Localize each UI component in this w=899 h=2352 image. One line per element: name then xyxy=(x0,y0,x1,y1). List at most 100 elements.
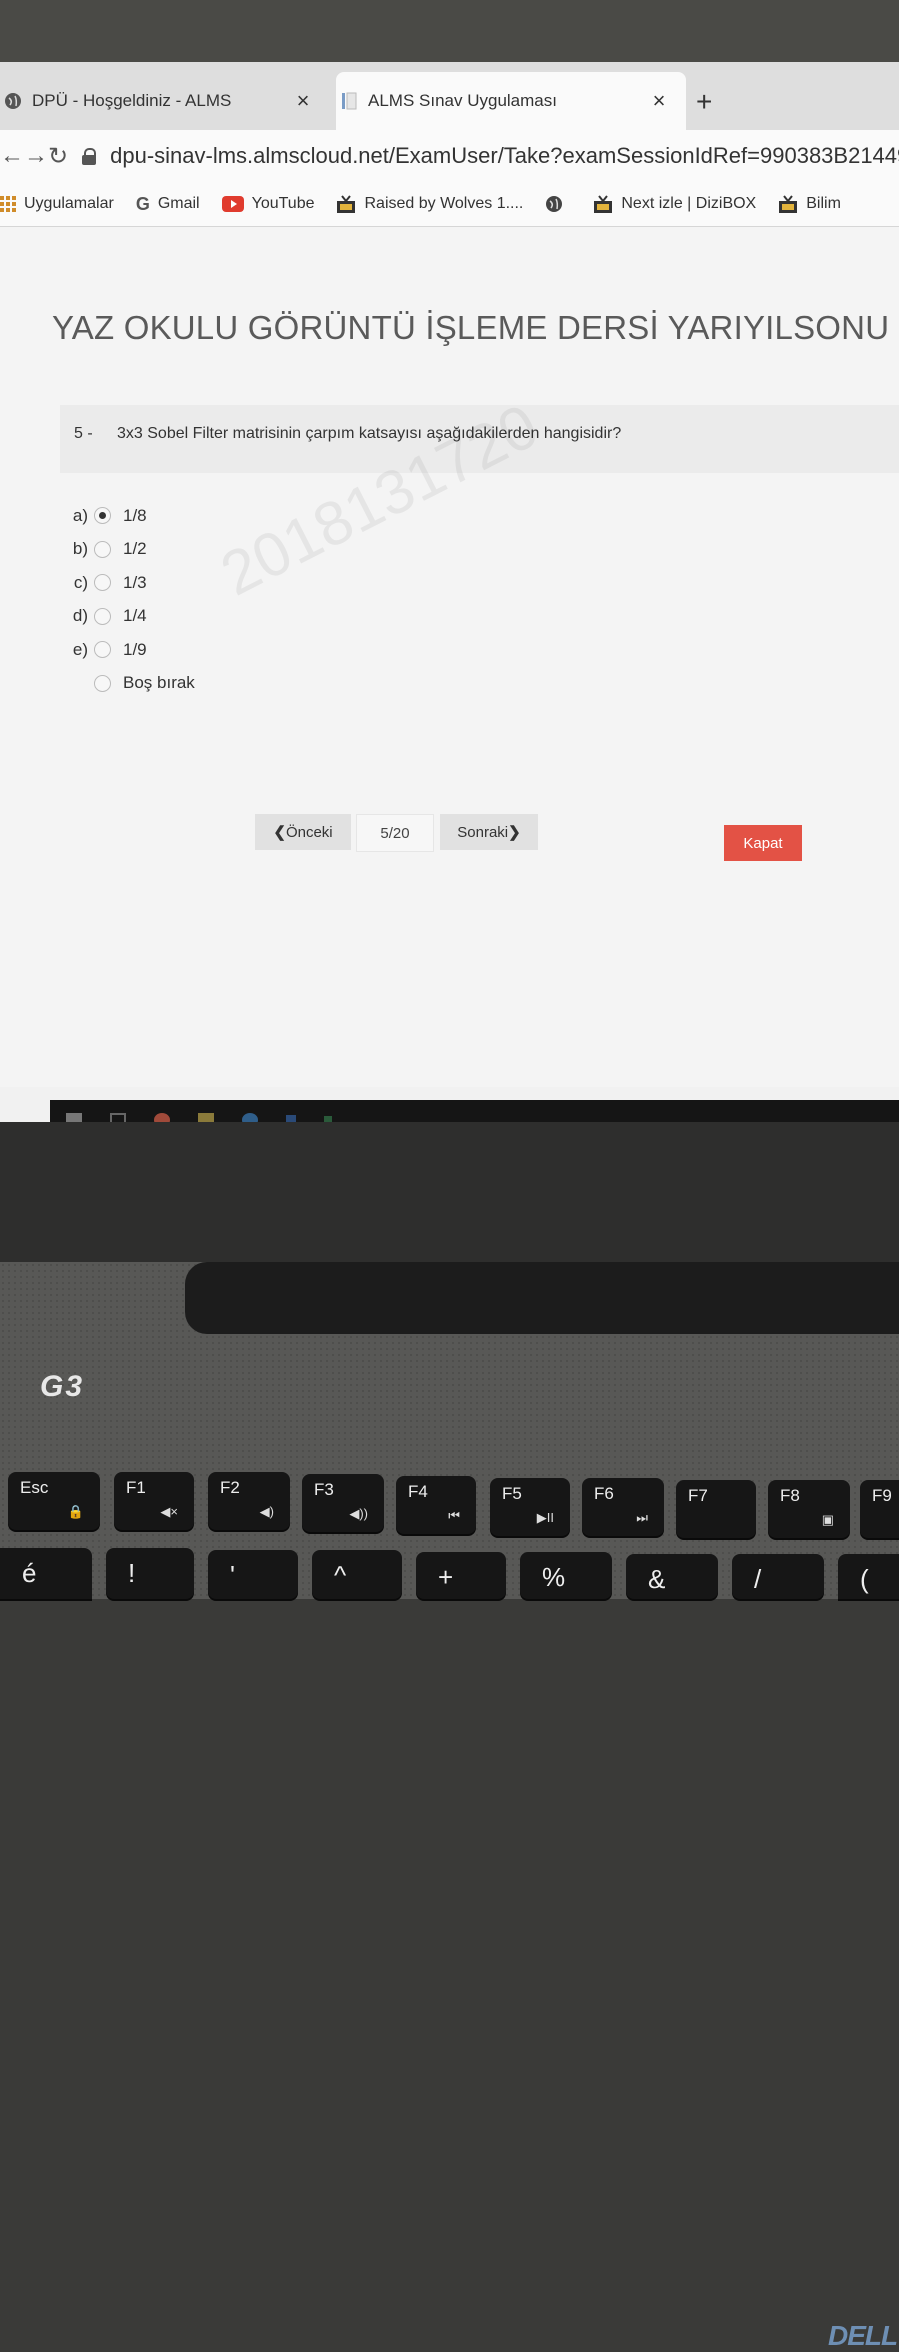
question-counter: 5/20 xyxy=(356,814,434,852)
key-f2[interactable]: F2 ◀) xyxy=(208,1472,290,1530)
previous-label: Önceki xyxy=(285,823,333,841)
radio-button[interactable] xyxy=(94,607,111,625)
tab-close-icon[interactable]: × xyxy=(646,88,672,114)
question-text: 3x3 Sobel Filter matrisinin çarpım katsa… xyxy=(117,425,622,442)
play-pause-icon: ▶II xyxy=(536,1510,554,1525)
exam-title: YAZ OKULU GÖRÜNTÜ İŞLEME DERSİ YARIYILSO… xyxy=(52,309,899,346)
close-exam-button[interactable]: Kapat xyxy=(724,825,802,861)
dell-logo: DELL xyxy=(828,2320,898,2351)
bookmark-globe[interactable] xyxy=(545,195,571,213)
key-esc[interactable]: Esc 🔒 xyxy=(8,1472,100,1530)
next-button[interactable]: Sonraki ❯ xyxy=(440,814,538,850)
globe-icon xyxy=(4,92,22,110)
key-f8[interactable]: F8 ▣ xyxy=(768,1480,850,1538)
laptop-hinge xyxy=(185,1262,899,1334)
browser-tab-strip: DPÜ - Hoşgeldiniz - ALMS × ALMS Sınav Uy… xyxy=(0,62,899,132)
bookmark-label: Next izle | DiziBOX xyxy=(621,195,757,212)
option-letter: d) xyxy=(72,606,88,626)
lock-icon xyxy=(82,148,97,165)
option-c[interactable]: c) 1/3 xyxy=(60,566,195,600)
previous-button[interactable]: ❮ Önceki xyxy=(255,814,351,850)
option-b[interactable]: b) 1/2 xyxy=(60,533,195,567)
reload-icon[interactable]: ↻ xyxy=(48,142,68,171)
tv-icon xyxy=(778,194,798,214)
key-f3[interactable]: F3 ◀)) xyxy=(302,1474,384,1532)
key-3[interactable]: ^ xyxy=(312,1550,402,1599)
task-view-icon[interactable] xyxy=(110,1113,126,1122)
option-letter: c) xyxy=(73,572,88,592)
tab-alms-exam[interactable]: ALMS Sınav Uygulaması × xyxy=(336,72,686,130)
back-icon[interactable]: ← xyxy=(0,142,24,170)
new-tab-icon[interactable]: + xyxy=(696,86,712,118)
bookmark-label: Gmail xyxy=(157,195,200,212)
screen-bezel xyxy=(0,0,899,62)
key-f5[interactable]: F5 ▶II xyxy=(490,1478,570,1536)
question-number: 5 - xyxy=(74,425,93,442)
bookmark-dizibox[interactable]: Next izle | DiziBOX xyxy=(593,194,756,214)
bookmarks-bar: Uygulamalar G Gmail YouTube Raised by Wo… xyxy=(0,182,899,227)
forward-icon[interactable]: → xyxy=(24,142,48,170)
windows-start-icon[interactable] xyxy=(66,1113,82,1122)
bookmark-bilim[interactable]: Bilim xyxy=(778,194,841,214)
store-icon[interactable] xyxy=(286,1115,296,1122)
answer-options: a) 1/8 b) 1/2 c) 1/3 d) 1/4 e) 1/9 Boş b… xyxy=(60,499,195,700)
next-track-icon: ⏭ xyxy=(636,1510,648,1525)
edge-icon[interactable] xyxy=(242,1113,258,1122)
volume-up-icon: ◀)) xyxy=(349,1506,368,1521)
bookmark-label: Uygulamalar xyxy=(24,195,114,212)
key-7[interactable]: / xyxy=(732,1554,824,1599)
radio-button-selected[interactable] xyxy=(94,507,111,525)
radio-button[interactable] xyxy=(94,574,111,592)
laptop-bezel-bottom: DELL xyxy=(0,1122,899,2351)
key-f4[interactable]: F4 ⏮ xyxy=(396,1476,476,1534)
option-text: Boş bırak xyxy=(123,673,195,693)
key-2[interactable]: ' xyxy=(208,1550,298,1599)
radio-button[interactable] xyxy=(94,540,111,558)
key-5[interactable]: % xyxy=(520,1552,612,1599)
exam-page: YAZ OKULU GÖRÜNTÜ İŞLEME DERSİ YARIYILSO… xyxy=(0,227,899,1087)
key-6[interactable]: & xyxy=(626,1554,718,1599)
option-skip[interactable]: Boş bırak xyxy=(60,667,195,701)
tab-title: ALMS Sınav Uygulaması xyxy=(368,91,557,110)
key-8[interactable]: ( xyxy=(838,1554,899,1599)
option-text: 1/3 xyxy=(123,572,147,592)
option-text: 1/4 xyxy=(123,606,147,626)
tab-close-icon[interactable]: × xyxy=(290,88,316,114)
key-f9[interactable]: F9 xyxy=(860,1480,899,1538)
bookmark-gmail[interactable]: G Gmail xyxy=(136,194,200,215)
bookmark-label: YouTube xyxy=(251,195,315,212)
key-f1[interactable]: F1 ◀× xyxy=(114,1472,194,1530)
tab-title: DPÜ - Hoşgeldiniz - ALMS xyxy=(32,91,232,110)
key-f6[interactable]: F6 ⏭ xyxy=(582,1478,664,1536)
key-f7[interactable]: F7 xyxy=(676,1480,756,1538)
option-d[interactable]: d) 1/4 xyxy=(60,600,195,634)
option-a[interactable]: a) 1/8 xyxy=(60,499,195,533)
bookmark-apps[interactable]: Uygulamalar xyxy=(0,195,114,213)
option-letter: b) xyxy=(72,539,88,559)
option-text: 1/9 xyxy=(123,639,147,659)
globe-icon xyxy=(545,195,563,213)
bookmark-youtube[interactable]: YouTube xyxy=(221,195,315,213)
key-4[interactable]: + xyxy=(416,1552,506,1599)
file-explorer-icon[interactable] xyxy=(198,1113,214,1122)
laptop-screen: DPÜ - Hoşgeldiniz - ALMS × ALMS Sınav Uy… xyxy=(0,62,899,1122)
page-icon xyxy=(340,92,358,110)
bookmark-raised-by-wolves[interactable]: Raised by Wolves 1.... xyxy=(336,194,523,214)
radio-button[interactable] xyxy=(94,674,111,692)
key-1[interactable]: ! xyxy=(106,1548,194,1599)
radio-button[interactable] xyxy=(94,641,111,659)
tab-dpu-home[interactable]: DPÜ - Hoşgeldiniz - ALMS × xyxy=(0,72,330,130)
option-e[interactable]: e) 1/9 xyxy=(60,633,195,667)
option-text: 1/2 xyxy=(123,539,147,559)
browser-toolbar: ← → ↻ dpu-sinav-lms.almscloud.net/ExamUs… xyxy=(0,130,899,182)
next-label: Sonraki xyxy=(457,823,509,841)
chrome-icon[interactable] xyxy=(154,1113,170,1122)
apps-grid-icon xyxy=(0,196,16,212)
chevron-left-icon: ❮ xyxy=(273,824,286,841)
mute-icon: ◀× xyxy=(160,1504,178,1519)
address-bar[interactable]: dpu-sinav-lms.almscloud.net/ExamUser/Tak… xyxy=(82,143,899,169)
tv-icon xyxy=(336,194,356,214)
key-e-acute[interactable]: é xyxy=(0,1548,92,1599)
lock-icon: 🔒 xyxy=(67,1504,84,1519)
url-text: dpu-sinav-lms.almscloud.net/ExamUser/Tak… xyxy=(110,143,899,168)
